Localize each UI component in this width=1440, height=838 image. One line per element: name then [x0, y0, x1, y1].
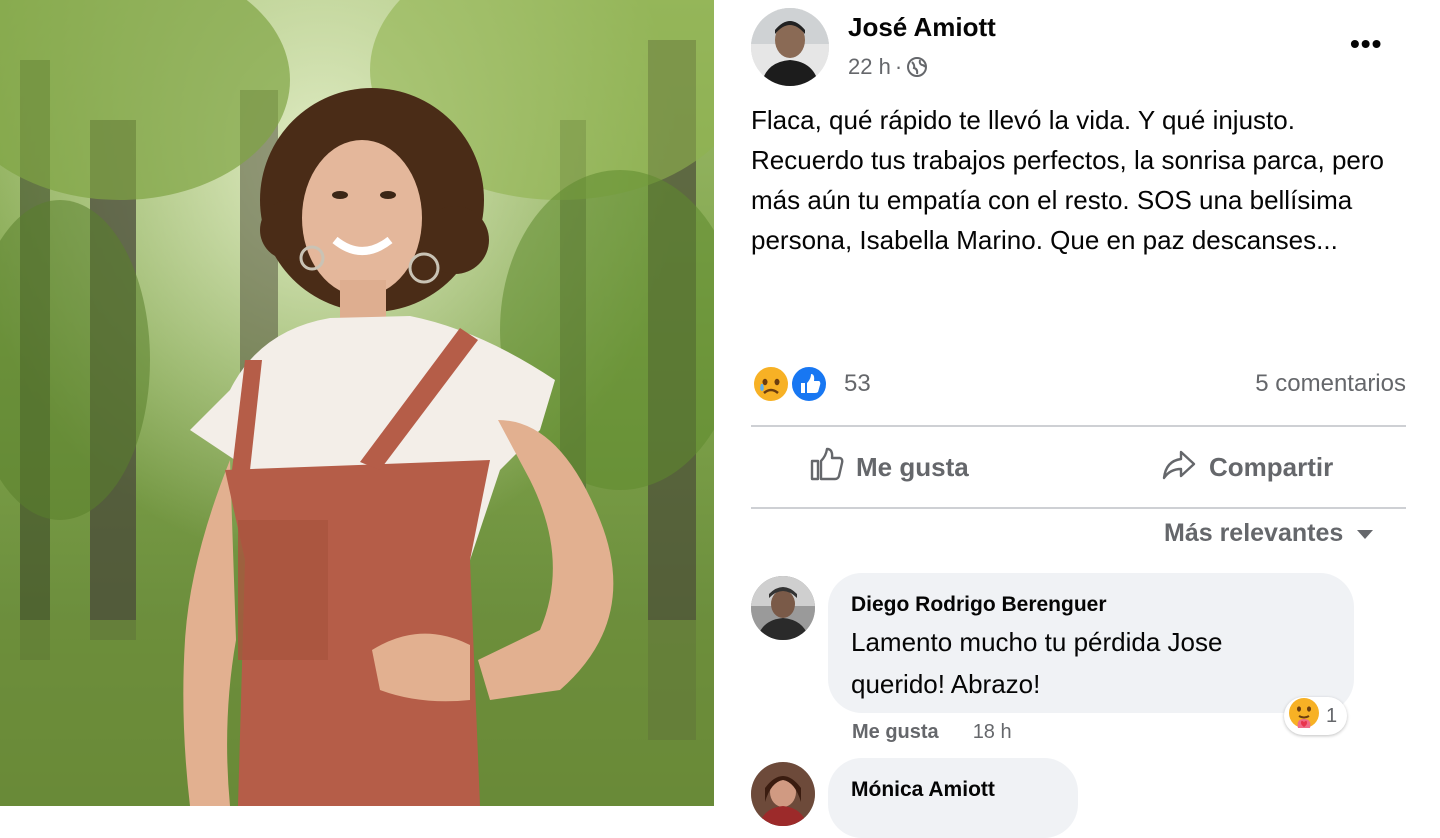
- post-author-name[interactable]: José Amiott: [848, 12, 996, 43]
- share-button-label: Compartir: [1209, 451, 1334, 482]
- like-button-label: Me gusta: [856, 451, 969, 482]
- author-avatar-image: [751, 8, 829, 86]
- comment-bubble: Diego Rodrigo Berenguer Lamento mucho tu…: [828, 573, 1354, 713]
- post-panel: José Amiott 22 h · ••• Flaca, qué rápido…: [714, 0, 1440, 838]
- reaction-icons[interactable]: [751, 364, 831, 404]
- meta-separator: ·: [894, 54, 903, 79]
- post-photo[interactable]: [0, 0, 714, 806]
- author-avatar[interactable]: [751, 8, 829, 86]
- portrait-image: [0, 0, 714, 806]
- post-time[interactable]: 22 h: [848, 54, 891, 80]
- comment-reaction-badge[interactable]: 1: [1284, 697, 1348, 735]
- share-arrow-icon: [1161, 446, 1197, 489]
- post-meta: 22 h ·: [848, 54, 928, 80]
- like-reaction-icon: [790, 365, 828, 403]
- divider-top: [751, 425, 1406, 427]
- reactions-summary: 53 5 comentarios: [751, 362, 1406, 406]
- sort-label: Más relevantes: [1164, 519, 1344, 547]
- comment-author[interactable]: Diego Rodrigo Berenguer: [851, 593, 1107, 617]
- commenter-avatar-2[interactable]: [751, 762, 815, 826]
- sad-reaction-icon: [752, 365, 790, 403]
- commenter-avatar-image-2: [751, 762, 815, 826]
- comment-bubble-2: Mónica Amiott: [828, 758, 1078, 838]
- comments-count-link[interactable]: 5 comentarios: [1255, 370, 1406, 398]
- comment-reaction-count: 1: [1326, 704, 1338, 727]
- commenter-avatar[interactable]: [751, 576, 815, 640]
- globe-icon: [906, 56, 928, 78]
- post-body-text: Flaca, qué rápido te llevó la vida. Y qu…: [751, 105, 1385, 255]
- comment-text: Lamento mucho tu pérdida Jose querido! A…: [851, 627, 1223, 699]
- post-actions: Me gusta Compartir: [751, 430, 1406, 504]
- like-button[interactable]: Me gusta: [808, 430, 969, 504]
- comment-sort-dropdown[interactable]: Más relevantes: [1164, 519, 1375, 548]
- divider-bottom: [751, 507, 1406, 509]
- more-options-button[interactable]: •••: [1350, 28, 1382, 60]
- commenter-avatar-image: [751, 576, 815, 640]
- thumbs-up-icon: [808, 446, 844, 489]
- comment-like-button[interactable]: Me gusta: [852, 721, 939, 744]
- comment-time[interactable]: 18 h: [973, 721, 1012, 744]
- comment-author-2[interactable]: Mónica Amiott: [851, 778, 995, 802]
- share-button[interactable]: Compartir: [1161, 430, 1333, 504]
- care-reaction-icon: [1288, 697, 1320, 735]
- reaction-count[interactable]: 53: [844, 370, 871, 398]
- caret-down-icon: [1355, 519, 1375, 548]
- comment-actions: Me gusta 18 h: [852, 721, 1012, 744]
